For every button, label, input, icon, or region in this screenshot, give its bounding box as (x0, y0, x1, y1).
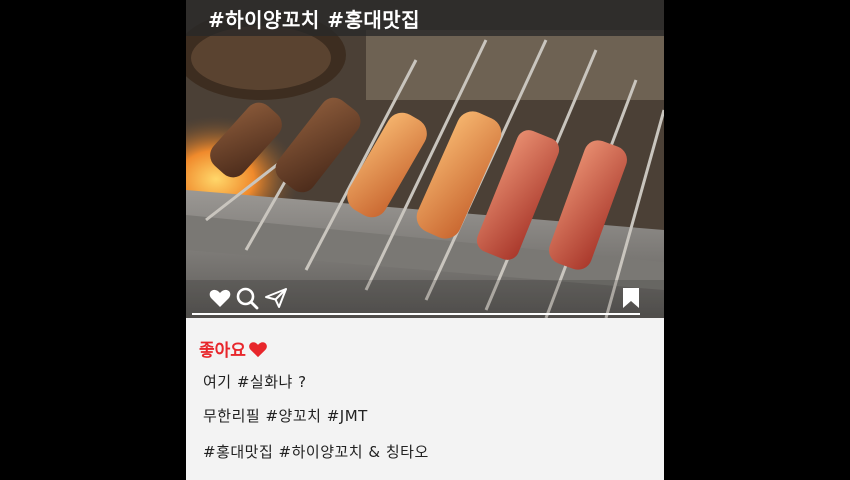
post-card: #하이양꼬치 #홍대맛집 좋아요 여기 #실화냐 ? 무한리필 #양꼬치 #JM… (186, 0, 664, 480)
post-photo[interactable]: #하이양꼬치 #홍대맛집 (186, 0, 664, 318)
caption-line-2: 무한리필 #양꼬치 #JMT (203, 407, 368, 425)
paper-plane-icon[interactable] (264, 286, 288, 310)
hashtag-title: #하이양꼬치 #홍대맛집 (208, 7, 421, 32)
likes-row[interactable]: 좋아요 (199, 336, 268, 361)
post-caption: 좋아요 여기 #실화냐 ? 무한리필 #양꼬치 #JMT #홍대맛집 #하이양꼬… (186, 318, 664, 480)
heart-icon[interactable] (208, 286, 232, 310)
photo-divider-line (192, 313, 640, 315)
caption-line-3: #홍대맛집 #하이양꼬치 & 칭타오 (203, 443, 429, 461)
lamb-skewers-image (186, 0, 664, 318)
hashtag-banner: #하이양꼬치 #홍대맛집 (186, 0, 664, 36)
search-icon[interactable] (235, 286, 259, 310)
bookmark-icon[interactable] (619, 286, 643, 310)
post-action-bar (186, 283, 664, 313)
red-heart-icon (249, 341, 267, 357)
likes-label: 좋아요 (199, 341, 246, 361)
caption-line-1: 여기 #실화냐 ? (203, 373, 307, 391)
